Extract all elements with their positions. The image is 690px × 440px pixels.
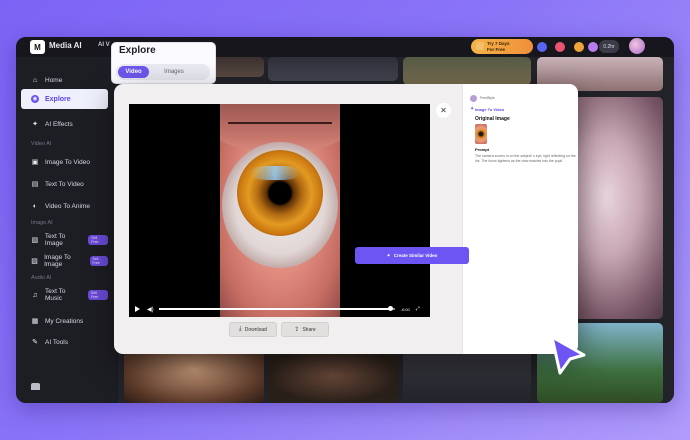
grid-icon: ▦: [31, 318, 39, 325]
app-logo[interactable]: M: [30, 40, 45, 54]
home-icon: ⌂: [32, 76, 38, 84]
sparkle-icon: ✦: [386, 252, 391, 259]
sidebar-item-label: Text To Image: [44, 233, 66, 247]
share-icon: ⇪: [294, 327, 300, 333]
gallery-tile[interactable]: [268, 347, 398, 403]
volume-icon[interactable]: ◀): [147, 306, 154, 313]
gallery-tile[interactable]: [403, 347, 531, 403]
sidebar-item-label: Text To Video: [45, 180, 84, 188]
create-similar-video-button[interactable]: ✦ Create Similar Video: [355, 247, 469, 264]
video-frame: [220, 104, 340, 317]
sidebar-item-label: AI Effects: [45, 120, 73, 128]
free-badge: Sell Free: [89, 256, 109, 266]
section-video-ai: Video AI: [31, 141, 52, 147]
cursor-arrow-icon: [550, 335, 586, 375]
android-icon[interactable]: [31, 383, 40, 390]
sidebar-item-label: Video To Anime: [45, 202, 90, 210]
app-brand: Media AI: [49, 41, 82, 50]
free-badge: Sell Free: [88, 235, 108, 245]
creator-avatar[interactable]: [470, 95, 477, 102]
credits-icon[interactable]: [588, 42, 598, 52]
discord-icon[interactable]: [537, 42, 547, 52]
section-image-ai: Image AI: [31, 220, 53, 226]
gallery-tile[interactable]: [268, 57, 398, 81]
create-similar-label: Create Similar Video: [393, 253, 438, 258]
video-info-panel: FrenBlyle ✦ Image To Video Original Imag…: [462, 84, 578, 354]
original-image-heading: Original Image: [475, 116, 510, 122]
free-trial-promo[interactable]: Try 7 Days For Free: [471, 39, 533, 54]
tab-images[interactable]: Images: [154, 66, 194, 78]
sidebar-item-my-creations[interactable]: ▦ My Creations: [21, 311, 108, 331]
video-player[interactable]: ◀) -0:00 ⤢: [129, 104, 430, 317]
download-icon: ⤓: [239, 326, 242, 332]
sidebar-item-label: My Creations: [45, 317, 84, 325]
gallery-tile[interactable]: [403, 57, 531, 85]
explore-popover: Explore Video Images: [111, 42, 216, 84]
section-audio-ai: Audio AI: [31, 275, 52, 281]
seek-knob[interactable]: [387, 306, 393, 311]
seek-fill: [158, 308, 390, 310]
iris-shape: [237, 150, 323, 236]
sidebar-item-text-to-video[interactable]: ▤ Text To Video: [21, 174, 108, 194]
sidebar-item-text-to-music[interactable]: ♫ Text To Music Sell Free: [21, 285, 108, 305]
sidebar-item-explore[interactable]: ◉ Explore: [21, 89, 108, 109]
sidebar-item-image-to-video[interactable]: ▣ Image To Video: [21, 152, 108, 172]
time-remaining: -0:00: [400, 306, 410, 312]
text-image-icon: ▧: [31, 237, 39, 244]
coin-icon[interactable]: [574, 42, 584, 52]
credits-pill[interactable]: 0.2hr: [599, 40, 619, 53]
creator-name[interactable]: FrenBlyle: [480, 96, 495, 100]
sidebar-item-label: Home: [45, 76, 63, 84]
close-icon[interactable]: ✕: [436, 103, 451, 118]
lashes-shape: [228, 122, 332, 124]
video-icon: ▣: [31, 159, 39, 166]
notification-icon[interactable]: [555, 42, 565, 52]
explore-tabs: Video Images: [116, 64, 210, 80]
generation-type: ✦ Image To Video: [470, 106, 505, 112]
prompt-heading: Prompt: [475, 147, 489, 152]
sidebar-item-video-to-anime[interactable]: ◐ Video To Anime: [21, 196, 108, 216]
image-icon: ▨: [31, 258, 38, 265]
sidebar: ⌂ Home ◉ Explore ✦ AI Effects Video AI ▣…: [16, 57, 116, 403]
prompt-text: The camera zooms in on the subject' s ey…: [475, 154, 576, 163]
sparkle-icon: ✦: [470, 106, 475, 112]
sidebar-item-label: Explore: [45, 95, 71, 103]
sidebar-item-label: Image To Image: [44, 254, 71, 268]
video-detail-modal: ◀) -0:00 ⤢ ✕ ⤓ Download ⇪ Share FrenBlyl…: [114, 84, 578, 354]
explore-title: Explore: [119, 45, 156, 56]
promo-line-2: For Free: [487, 47, 506, 52]
sidebar-item-ai-effects[interactable]: ✦ AI Effects: [21, 114, 108, 134]
sidebar-item-text-to-image[interactable]: ▧ Text To Image Sell Free: [21, 230, 108, 250]
user-avatar[interactable]: [629, 38, 645, 54]
sparkle-icon: ✦: [32, 121, 38, 128]
share-label: Share: [302, 326, 316, 333]
download-label: Download: [244, 326, 267, 333]
gift-icon: [476, 42, 484, 50]
sidebar-item-ai-tools[interactable]: ✎ AI Tools: [21, 332, 108, 352]
tab-video[interactable]: Video: [118, 66, 149, 78]
free-badge: Sell Free: [88, 290, 108, 300]
reflection-shape: [250, 166, 300, 180]
generation-type-label: Image To Video: [475, 107, 505, 112]
tools-icon: ✎: [32, 339, 38, 346]
player-controls: ◀) -0:00 ⤢: [129, 301, 430, 317]
sidebar-item-label: Image To Video: [45, 158, 90, 166]
original-image-thumbnail[interactable]: [475, 124, 487, 144]
sidebar-item-image-to-image[interactable]: ▨ Image To Image Sell Free: [21, 251, 109, 271]
download-button[interactable]: ⤓ Download: [229, 322, 277, 337]
sidebar-item-label: Text To Music: [44, 288, 66, 302]
anime-icon: ◐: [32, 202, 38, 210]
sidebar-item-label: AI Tools: [45, 338, 69, 346]
seek-bar[interactable]: [158, 306, 395, 311]
gallery-tile[interactable]: [124, 347, 264, 403]
share-button[interactable]: ⇪ Share: [281, 322, 329, 337]
fullscreen-icon[interactable]: ⤢: [416, 306, 420, 312]
music-icon: ♫: [32, 291, 38, 299]
text-video-icon: ▤: [31, 181, 39, 188]
sidebar-item-home[interactable]: ⌂ Home: [21, 70, 108, 90]
top-nav-item[interactable]: AI V: [98, 42, 110, 48]
play-icon[interactable]: [135, 306, 140, 312]
compass-icon: ◉: [31, 95, 39, 103]
